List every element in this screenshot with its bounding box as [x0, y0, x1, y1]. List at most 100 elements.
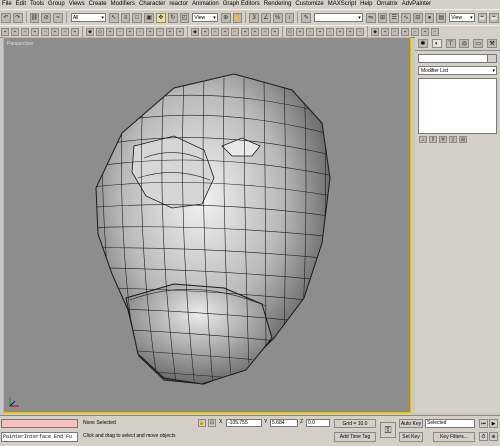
- object-name-field[interactable]: [418, 54, 497, 63]
- menu-create[interactable]: Create: [87, 0, 109, 9]
- schematic-view-icon[interactable]: ⊟: [412, 12, 423, 23]
- remove-modifier-icon[interactable]: ▯: [449, 136, 457, 143]
- shelf-tool-icon[interactable]: ▪: [1, 27, 9, 36]
- utilities-tab-icon[interactable]: ⚒: [487, 39, 498, 48]
- set-key-button[interactable]: Set Key: [399, 432, 423, 442]
- shelf-tool-icon[interactable]: ▪: [221, 27, 229, 36]
- y-coordinate-field[interactable]: 5.684: [270, 419, 298, 427]
- absolute-mode-icon[interactable]: ⊡: [208, 419, 216, 427]
- pin-stack-icon[interactable]: ⊥: [419, 136, 427, 143]
- named-selection-dropdown[interactable]: [314, 13, 363, 22]
- select-manipulate-icon[interactable]: ✋: [232, 12, 243, 23]
- shelf-tool-icon[interactable]: ▪: [381, 27, 389, 36]
- auto-key-button[interactable]: Auto Key: [399, 419, 423, 428]
- shelf-tool-icon[interactable]: ▪: [166, 27, 174, 36]
- redo-icon[interactable]: ↷: [12, 12, 23, 23]
- shelf-tool-icon[interactable]: ▪: [346, 27, 354, 36]
- z-coordinate-field[interactable]: 0.0: [306, 419, 330, 427]
- motion-tab-icon[interactable]: ◎: [459, 39, 470, 48]
- quick-render-icon[interactable]: ☕: [477, 12, 488, 23]
- key-mode-dropdown[interactable]: Selected: [425, 419, 475, 428]
- select-object-icon[interactable]: ↖: [108, 12, 119, 23]
- select-link-icon[interactable]: ⛓: [29, 12, 40, 23]
- selection-filter-dropdown[interactable]: All: [70, 13, 106, 22]
- shelf-tool-icon[interactable]: ◦: [136, 27, 144, 36]
- shelf-tool-icon[interactable]: ▪: [71, 27, 79, 36]
- create-tab-icon[interactable]: ✱: [417, 39, 428, 48]
- add-time-tag-button[interactable]: Add Time Tag: [334, 432, 376, 442]
- shelf-tool-icon[interactable]: ▪: [401, 27, 409, 36]
- shelf-tool-icon[interactable]: ▫: [116, 27, 124, 36]
- shelf-tool-icon[interactable]: ▪: [316, 27, 324, 36]
- menu-group[interactable]: Group: [46, 0, 67, 9]
- configure-sets-icon[interactable]: ⊞: [459, 136, 467, 143]
- shelf-tool-icon[interactable]: ▪: [126, 27, 134, 36]
- shelf-tool-icon[interactable]: ▪: [336, 27, 344, 36]
- snap-3d-icon[interactable]: 3: [249, 12, 260, 23]
- shelf-tool-icon[interactable]: ▫: [391, 27, 399, 36]
- key-icon[interactable]: ⚿: [380, 422, 396, 438]
- undo-icon[interactable]: ↶: [1, 12, 11, 23]
- shelf-tool-icon[interactable]: ◆: [191, 27, 199, 36]
- shelf-tool-icon[interactable]: ◦: [411, 27, 419, 36]
- shelf-tool-icon[interactable]: ▫: [156, 27, 164, 36]
- ref-coord-dropdown[interactable]: View: [192, 13, 218, 22]
- shelf-tool-icon[interactable]: ◆: [371, 27, 379, 36]
- mirror-icon[interactable]: ⇋: [365, 12, 376, 23]
- shelf-tool-icon[interactable]: ◦: [326, 27, 334, 36]
- make-unique-icon[interactable]: ∀: [439, 136, 447, 143]
- shelf-tool-icon[interactable]: ▪: [421, 27, 429, 36]
- layer-manager-icon[interactable]: ☰: [389, 12, 400, 23]
- shelf-tool-icon[interactable]: ▫: [356, 27, 364, 36]
- edit-named-selection-icon[interactable]: ✎: [301, 12, 312, 23]
- shelf-tool-icon[interactable]: ◦: [231, 27, 239, 36]
- menu-character[interactable]: Character: [137, 0, 167, 9]
- play-icon[interactable]: ▶: [489, 419, 498, 428]
- menu-rendering[interactable]: Rendering: [262, 0, 294, 9]
- modify-tab-icon[interactable]: ◐: [431, 39, 442, 48]
- shelf-tool-icon[interactable]: ▪: [146, 27, 154, 36]
- show-end-result-icon[interactable]: ‖: [429, 136, 437, 143]
- perspective-viewport[interactable]: Perspective: [3, 37, 411, 413]
- menu-file[interactable]: File: [0, 0, 14, 9]
- curve-editor-icon[interactable]: ∿: [401, 12, 411, 23]
- shelf-tool-icon[interactable]: ▪: [201, 27, 209, 36]
- render-view-dropdown[interactable]: View: [449, 13, 475, 22]
- scale-icon[interactable]: ◰: [179, 12, 190, 23]
- angle-snap-icon[interactable]: ∠: [261, 12, 271, 23]
- align-icon[interactable]: ⊞: [377, 12, 388, 23]
- shelf-tool-icon[interactable]: ▪: [271, 27, 279, 36]
- spinner-snap-icon[interactable]: ↕: [284, 12, 295, 23]
- menu-animation[interactable]: Animation: [190, 0, 221, 9]
- shelf-tool-icon[interactable]: ▫: [431, 27, 439, 36]
- shelf-tool-icon[interactable]: ◦: [41, 27, 49, 36]
- x-coordinate-field[interactable]: -105.755: [226, 419, 262, 427]
- menu-edit[interactable]: Edit: [14, 0, 28, 9]
- zoom-extents-icon[interactable]: ⊕: [489, 432, 498, 441]
- shelf-tool-icon[interactable]: ▫: [261, 27, 269, 36]
- menu-modifiers[interactable]: Modifiers: [109, 0, 137, 9]
- maxscript-mini-listener[interactable]: [1, 419, 78, 428]
- shelf-tool-icon[interactable]: ▪: [31, 27, 39, 36]
- shelf-tool-icon[interactable]: ▪: [106, 27, 114, 36]
- shelf-tool-icon[interactable]: ◇: [96, 27, 104, 36]
- pivot-center-icon[interactable]: ⊕: [220, 12, 231, 23]
- shelf-tool-icon[interactable]: ▪: [241, 27, 249, 36]
- object-color-swatch[interactable]: [487, 55, 496, 62]
- go-to-start-icon[interactable]: ⏮: [479, 419, 488, 428]
- shelf-tool-icon[interactable]: ◇: [286, 27, 294, 36]
- menu-views[interactable]: Views: [67, 0, 87, 9]
- rect-selection-icon[interactable]: □: [132, 12, 143, 23]
- menu-graph-editors[interactable]: Graph Editors: [221, 0, 262, 9]
- hierarchy-tab-icon[interactable]: ⊤: [445, 39, 456, 48]
- display-tab-icon[interactable]: ▭: [473, 39, 484, 48]
- percent-snap-icon[interactable]: %: [272, 12, 283, 23]
- modifier-list-dropdown[interactable]: Modifier List: [418, 66, 497, 75]
- menu-tools[interactable]: Tools: [28, 0, 46, 9]
- unlink-icon[interactable]: ⊘: [41, 12, 52, 23]
- bind-space-warp-icon[interactable]: ≈: [53, 12, 63, 23]
- select-by-name-icon[interactable]: ≡: [120, 12, 131, 23]
- menu-maxscript[interactable]: MAXScript: [326, 0, 358, 9]
- modifier-stack[interactable]: [418, 78, 497, 134]
- maxscript-listener-output[interactable]: PainterInterface End Fu: [1, 432, 78, 442]
